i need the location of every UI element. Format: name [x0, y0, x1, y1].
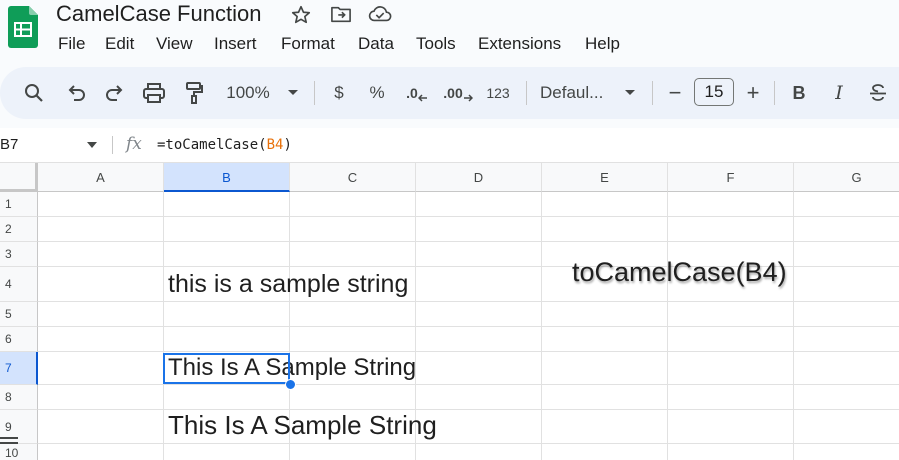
- font-dropdown-icon[interactable]: [622, 67, 638, 119]
- sheets-logo[interactable]: [8, 6, 38, 48]
- move-to-folder-icon[interactable]: [330, 4, 352, 24]
- formula-input[interactable]: =toCamelCase(B4): [157, 128, 292, 162]
- strikethrough-icon[interactable]: [866, 67, 890, 119]
- fx-icon: fx: [126, 134, 142, 154]
- column-header-c[interactable]: C: [290, 163, 416, 192]
- menu-data[interactable]: Data: [358, 34, 394, 54]
- row-header-2[interactable]: 2: [0, 217, 38, 242]
- column-header-g[interactable]: G: [794, 163, 899, 192]
- column-header-a[interactable]: A: [38, 163, 164, 192]
- toolbar: 100% $ % .0 .00 123 Defaul... − 15 + B I: [0, 67, 899, 119]
- cell-b9[interactable]: This Is A Sample String: [168, 410, 437, 441]
- font-family-select[interactable]: Defaul...: [540, 67, 614, 119]
- number-format-button[interactable]: 123: [482, 67, 514, 119]
- toolbar-divider: [774, 81, 775, 105]
- row-header-10[interactable]: 10: [0, 444, 38, 460]
- row-header-3[interactable]: 3: [0, 242, 38, 267]
- cell-e4[interactable]: toCamelCase(B4): [572, 257, 787, 288]
- row-header-7[interactable]: 7: [0, 352, 38, 385]
- increase-decimal-label: .00: [443, 85, 463, 101]
- fill-handle[interactable]: [285, 379, 296, 390]
- gridline: [38, 241, 899, 242]
- select-all-corner[interactable]: [0, 163, 38, 192]
- redo-icon[interactable]: [101, 67, 129, 119]
- menu-view[interactable]: View: [156, 34, 193, 54]
- decrease-decimal-button[interactable]: .0: [402, 67, 432, 119]
- row-header-4[interactable]: 4: [0, 267, 38, 302]
- menu-file[interactable]: File: [58, 34, 85, 54]
- italic-button[interactable]: I: [828, 67, 850, 119]
- search-menus-icon[interactable]: [20, 67, 48, 119]
- freeze-row-handle[interactable]: [0, 437, 18, 439]
- cell-b4[interactable]: this is a sample string: [168, 270, 408, 299]
- star-icon[interactable]: [290, 4, 312, 24]
- undo-icon[interactable]: [62, 67, 90, 119]
- paint-format-icon[interactable]: [180, 67, 208, 119]
- menu-format[interactable]: Format: [281, 34, 335, 54]
- toolbar-divider: [314, 81, 315, 105]
- zoom-dropdown-icon[interactable]: [284, 67, 302, 119]
- toolbar-divider: [526, 81, 527, 105]
- cloud-saved-icon[interactable]: [368, 4, 392, 24]
- name-box-dropdown-icon[interactable]: [87, 142, 97, 148]
- row-header-6[interactable]: 6: [0, 327, 38, 352]
- gridline: [38, 326, 899, 327]
- toolbar-divider: [652, 81, 653, 105]
- decrease-font-size-button[interactable]: −: [664, 67, 686, 119]
- formula-cell-reference: B4: [266, 137, 284, 153]
- formula-prefix: =toCamelCase(: [157, 137, 267, 153]
- row-header-1[interactable]: 1: [0, 192, 38, 217]
- row-header-8[interactable]: 8: [0, 385, 38, 410]
- bold-button[interactable]: B: [788, 67, 810, 119]
- gridline: [38, 443, 899, 444]
- zoom-select[interactable]: 100%: [220, 67, 276, 119]
- formula-bar-divider: [112, 136, 113, 154]
- row-header-5[interactable]: 5: [0, 302, 38, 327]
- increase-font-size-button[interactable]: +: [742, 67, 764, 119]
- column-header-e[interactable]: E: [542, 163, 668, 192]
- currency-format-button[interactable]: $: [326, 67, 352, 119]
- print-icon[interactable]: [140, 67, 168, 119]
- menu-help[interactable]: Help: [585, 34, 620, 54]
- spreadsheet-grid[interactable]: A B C D E F G 1 2 3 4 5 6 7 8 9 10 this …: [0, 163, 899, 460]
- document-title[interactable]: CamelCase Function: [56, 1, 261, 27]
- menu-extensions[interactable]: Extensions: [478, 34, 561, 54]
- menu-edit[interactable]: Edit: [105, 34, 134, 54]
- arrow-left-icon: [417, 94, 427, 102]
- gridline: [38, 301, 899, 302]
- freeze-row-handle[interactable]: [0, 442, 18, 444]
- increase-decimal-button[interactable]: .00: [442, 67, 474, 119]
- menu-insert[interactable]: Insert: [214, 34, 257, 54]
- formula-suffix: ): [283, 137, 292, 153]
- percent-format-button[interactable]: %: [364, 67, 390, 119]
- arrow-right-icon: [463, 94, 473, 102]
- column-header-b[interactable]: B: [164, 163, 290, 192]
- gridline: [38, 384, 899, 385]
- active-cell-selection[interactable]: [163, 353, 290, 384]
- column-header-d[interactable]: D: [416, 163, 542, 192]
- gridline: [38, 216, 899, 217]
- menu-tools[interactable]: Tools: [416, 34, 456, 54]
- column-header-f[interactable]: F: [668, 163, 794, 192]
- name-box[interactable]: B7: [0, 128, 18, 162]
- decrease-decimal-label: .0: [406, 85, 418, 101]
- gridline: [38, 351, 899, 352]
- font-size-input[interactable]: 15: [694, 78, 734, 106]
- formula-bar: B7 fx =toCamelCase(B4): [0, 128, 899, 163]
